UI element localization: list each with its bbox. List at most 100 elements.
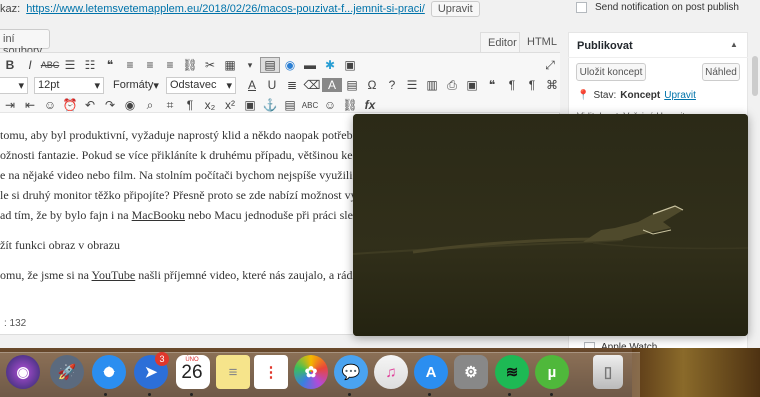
justify-icon[interactable]: ≣ xyxy=(282,78,302,92)
pilcrow-icon[interactable]: ¶ xyxy=(180,98,200,112)
pin-icon: 📍 xyxy=(577,89,590,101)
emoticon-icon[interactable]: ☺ xyxy=(320,98,340,112)
bullet-list-icon[interactable]: ☰ xyxy=(60,58,80,72)
chevron-down-icon[interactable]: ▾ xyxy=(240,60,260,71)
preview-button[interactable]: Náhled xyxy=(702,63,740,81)
superscript-icon[interactable]: x² xyxy=(220,98,240,112)
status-label: Stav: xyxy=(593,89,617,101)
code-icon[interactable]: ▣ xyxy=(462,78,482,92)
tab-editor[interactable]: Editor xyxy=(480,32,520,52)
align-center-icon[interactable]: ≡ xyxy=(140,58,160,72)
scrollbar[interactable] xyxy=(752,56,758,96)
notes-icon[interactable]: ≡ xyxy=(216,355,250,389)
siri-icon[interactable]: ◉ xyxy=(6,355,40,389)
paragraph-select[interactable]: Odstavec ▾ xyxy=(166,76,236,94)
find-icon[interactable]: ⌕ xyxy=(140,98,160,113)
ltr-icon[interactable]: ¶ xyxy=(502,78,522,92)
add-media-button[interactable]: iní soubory xyxy=(0,29,50,57)
font-size-select[interactable]: 12pt ▾ xyxy=(34,76,104,94)
running-indicator xyxy=(508,393,511,396)
rtl-icon[interactable]: ¶ xyxy=(522,78,542,92)
safari-icon[interactable]: ✦ xyxy=(92,355,126,389)
permalink-url[interactable]: https://www.letemsvetemapplem.eu/2018/02… xyxy=(26,3,425,15)
link-icon[interactable]: ⛓ xyxy=(180,58,200,72)
print-icon[interactable]: ⎙ xyxy=(442,78,462,93)
special-char-icon[interactable]: Ω xyxy=(362,78,382,92)
font-family-select[interactable]: ▾ xyxy=(0,76,28,94)
photos-icon[interactable]: ✿ xyxy=(294,355,328,389)
launchpad-icon[interactable]: 🚀 xyxy=(50,355,84,389)
paragraph xyxy=(0,258,360,268)
trash-icon[interactable]: ▯ xyxy=(593,355,623,389)
permalink-label: kaz: xyxy=(0,3,21,15)
text-color-icon[interactable]: A xyxy=(242,78,262,92)
system-preferences-icon[interactable]: ⚙ xyxy=(454,355,488,389)
emoji-icon[interactable]: ☺ xyxy=(40,98,60,112)
fullscreen-icon[interactable]: ⤢ xyxy=(540,58,560,73)
redo-icon[interactable]: ↷ xyxy=(100,98,120,112)
spellcheck-icon[interactable]: ◉ xyxy=(280,58,300,72)
calendar-day: 26 xyxy=(181,362,203,383)
editor-content[interactable]: tomu, aby byl produktivní, vyžaduje napr… xyxy=(0,128,360,298)
unlink-icon[interactable]: ✂ xyxy=(200,58,220,72)
messages-icon[interactable]: 💬 xyxy=(334,355,368,389)
chain-icon[interactable]: ⛓ xyxy=(340,98,360,112)
indent-icon[interactable]: ⇥ xyxy=(0,98,20,112)
insert-image-icon[interactable]: ▣ xyxy=(340,58,360,72)
strikethrough-icon[interactable]: ABC xyxy=(40,60,60,70)
eraser-icon[interactable]: ⌫ xyxy=(302,78,322,92)
itunes-icon[interactable]: ♫ xyxy=(374,355,408,389)
utorrent-icon[interactable]: µ xyxy=(535,355,569,389)
undo-icon[interactable]: ↶ xyxy=(80,98,100,112)
notify-option[interactable]: Send notification on post publish xyxy=(576,0,760,14)
columns-icon[interactable]: ▥ xyxy=(422,78,442,92)
hr-icon[interactable]: ☰ xyxy=(402,78,422,92)
subscript-icon[interactable]: x₂ xyxy=(200,98,220,112)
reminders-icon[interactable]: ⋮ xyxy=(254,355,288,389)
underline-icon[interactable]: U xyxy=(262,78,282,92)
save-draft-button[interactable]: Uložit koncept xyxy=(576,63,646,81)
highlight-icon[interactable]: A xyxy=(322,78,342,92)
toolbar-row-3: ⇥ ⇤ ☺ ⏰ ↶ ↷ ◉ ⌕ ⌗ ¶ x₂ x² ▣ ⚓ ▤ ABC ☺ ⛓ … xyxy=(0,95,560,115)
quote-icon[interactable]: ❝ xyxy=(482,78,502,92)
italic-icon[interactable]: I xyxy=(20,58,40,72)
abc-icon[interactable]: ABC xyxy=(300,101,320,110)
toolbar-row-2: ▾ 12pt ▾ Formáty ▾ Odstavec ▾ A U ≣ ⌫ A ▤ Ω… xyxy=(0,75,560,95)
tab-html[interactable]: HTML xyxy=(520,32,560,52)
status-edit-link[interactable]: Upravit xyxy=(664,90,696,101)
nonbreaking-icon[interactable]: ⌗ xyxy=(160,98,180,113)
word-count: : 132 xyxy=(4,318,27,329)
paragraph: ad tím, že by bylo fajn i na MacBooku ne… xyxy=(0,208,360,222)
table-icon[interactable]: ▦ xyxy=(220,58,240,72)
spotify-icon[interactable]: ≋ xyxy=(495,355,529,389)
status-value: Koncept xyxy=(620,89,661,101)
anchor-icon[interactable]: ⚓ xyxy=(260,98,280,112)
help-icon[interactable]: ? xyxy=(382,78,402,92)
media-icon[interactable]: ▤ xyxy=(280,98,300,112)
formula-icon[interactable]: fx xyxy=(360,98,380,112)
blockquote-icon[interactable]: ❝ xyxy=(100,58,120,72)
post-status: 📍 Stav: Koncept Upravit xyxy=(577,88,747,102)
numbered-list-icon[interactable]: ☷ xyxy=(80,58,100,72)
bold-icon[interactable]: B xyxy=(0,58,20,72)
toolbar-toggle-icon[interactable]: ▤ xyxy=(260,57,280,73)
plugin-icon[interactable]: ✱ xyxy=(320,58,340,72)
align-right-icon[interactable]: ≡ xyxy=(160,58,180,72)
eye-icon[interactable]: ◉ xyxy=(120,98,140,112)
picture-in-picture-window[interactable] xyxy=(353,114,748,336)
paragraph: tomu, aby byl produktivní, vyžaduje napr… xyxy=(0,128,360,142)
outdent-icon[interactable]: ⇤ xyxy=(20,98,40,112)
clock-icon[interactable]: ⏰ xyxy=(60,98,80,112)
paste-text-icon[interactable]: ▤ xyxy=(342,78,362,92)
notify-checkbox[interactable] xyxy=(576,1,587,13)
app-store-icon[interactable]: A xyxy=(414,355,448,389)
running-indicator xyxy=(348,393,351,396)
image-icon[interactable]: ▣ xyxy=(240,98,260,112)
permalink-edit-button[interactable]: Upravit xyxy=(430,1,480,17)
formats-select[interactable]: Formáty ▾ xyxy=(110,77,160,94)
collapse-arrow-icon[interactable]: ▲ xyxy=(730,40,740,52)
source-code-icon[interactable]: ⌘ xyxy=(542,78,562,92)
permalink-row: kaz: https://www.letemsvetemapplem.eu/20… xyxy=(0,0,560,18)
image-dark-icon[interactable]: ▬ xyxy=(300,58,320,72)
align-left-icon[interactable]: ≡ xyxy=(120,58,140,72)
